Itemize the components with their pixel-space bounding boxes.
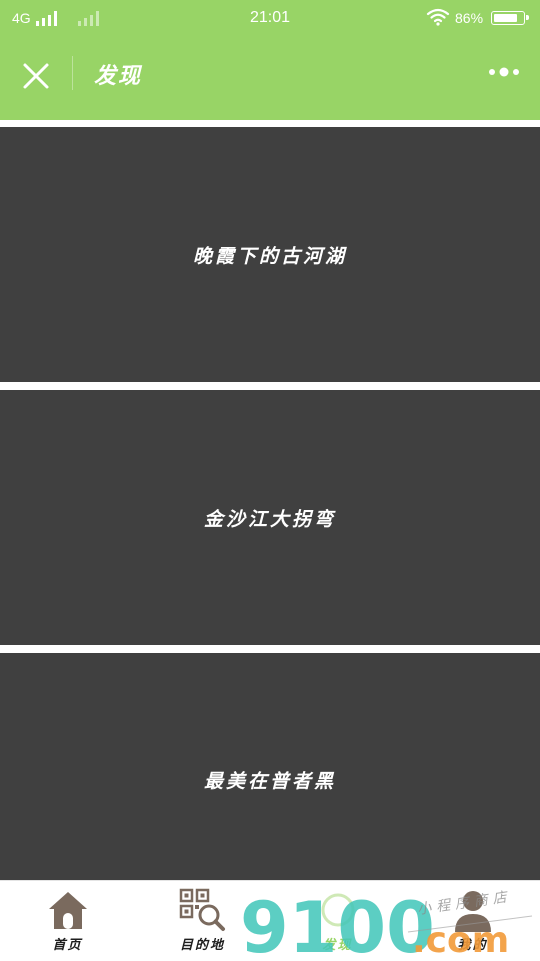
discover-card[interactable]: 金沙江大拐弯 <box>0 390 540 645</box>
card-caption: 金沙江大拐弯 <box>203 508 336 530</box>
more-icon[interactable] <box>484 62 524 82</box>
battery-icon <box>491 11 529 25</box>
tab-home[interactable]: 首页 <box>0 881 135 961</box>
wifi-icon <box>426 8 450 26</box>
tab-destination[interactable]: 目的地 <box>135 881 270 961</box>
tab-label: 目的地 <box>179 938 225 953</box>
tab-discover[interactable]: 发现 <box>270 881 405 961</box>
nav-divider <box>72 56 73 90</box>
user-icon <box>454 891 491 932</box>
card-caption: 晚霞下的古河湖 <box>192 245 347 267</box>
nav-bar: 发现 <box>0 36 540 120</box>
qr-search-icon <box>179 888 225 931</box>
tab-label: 我的 <box>457 938 488 953</box>
battery-percent: 86% <box>455 10 484 26</box>
discover-card[interactable]: 最美在普者黑 <box>0 653 540 880</box>
page-title: 发现 <box>94 63 143 89</box>
discover-card[interactable]: 晚霞下的古河湖 <box>0 127 540 382</box>
battery-fill <box>494 14 518 22</box>
status-bar: 4G 21:01 86% <box>0 0 540 36</box>
tab-label: 发现 <box>322 938 353 953</box>
discover-icon <box>321 893 354 927</box>
house-icon <box>48 892 87 929</box>
tab-bar: 首页 目的地 发现 我的 <box>0 880 540 960</box>
tab-label: 首页 <box>52 938 83 953</box>
close-icon[interactable] <box>18 58 54 94</box>
tab-mine[interactable]: 我的 <box>405 881 540 961</box>
card-caption: 最美在普者黑 <box>203 770 336 793</box>
